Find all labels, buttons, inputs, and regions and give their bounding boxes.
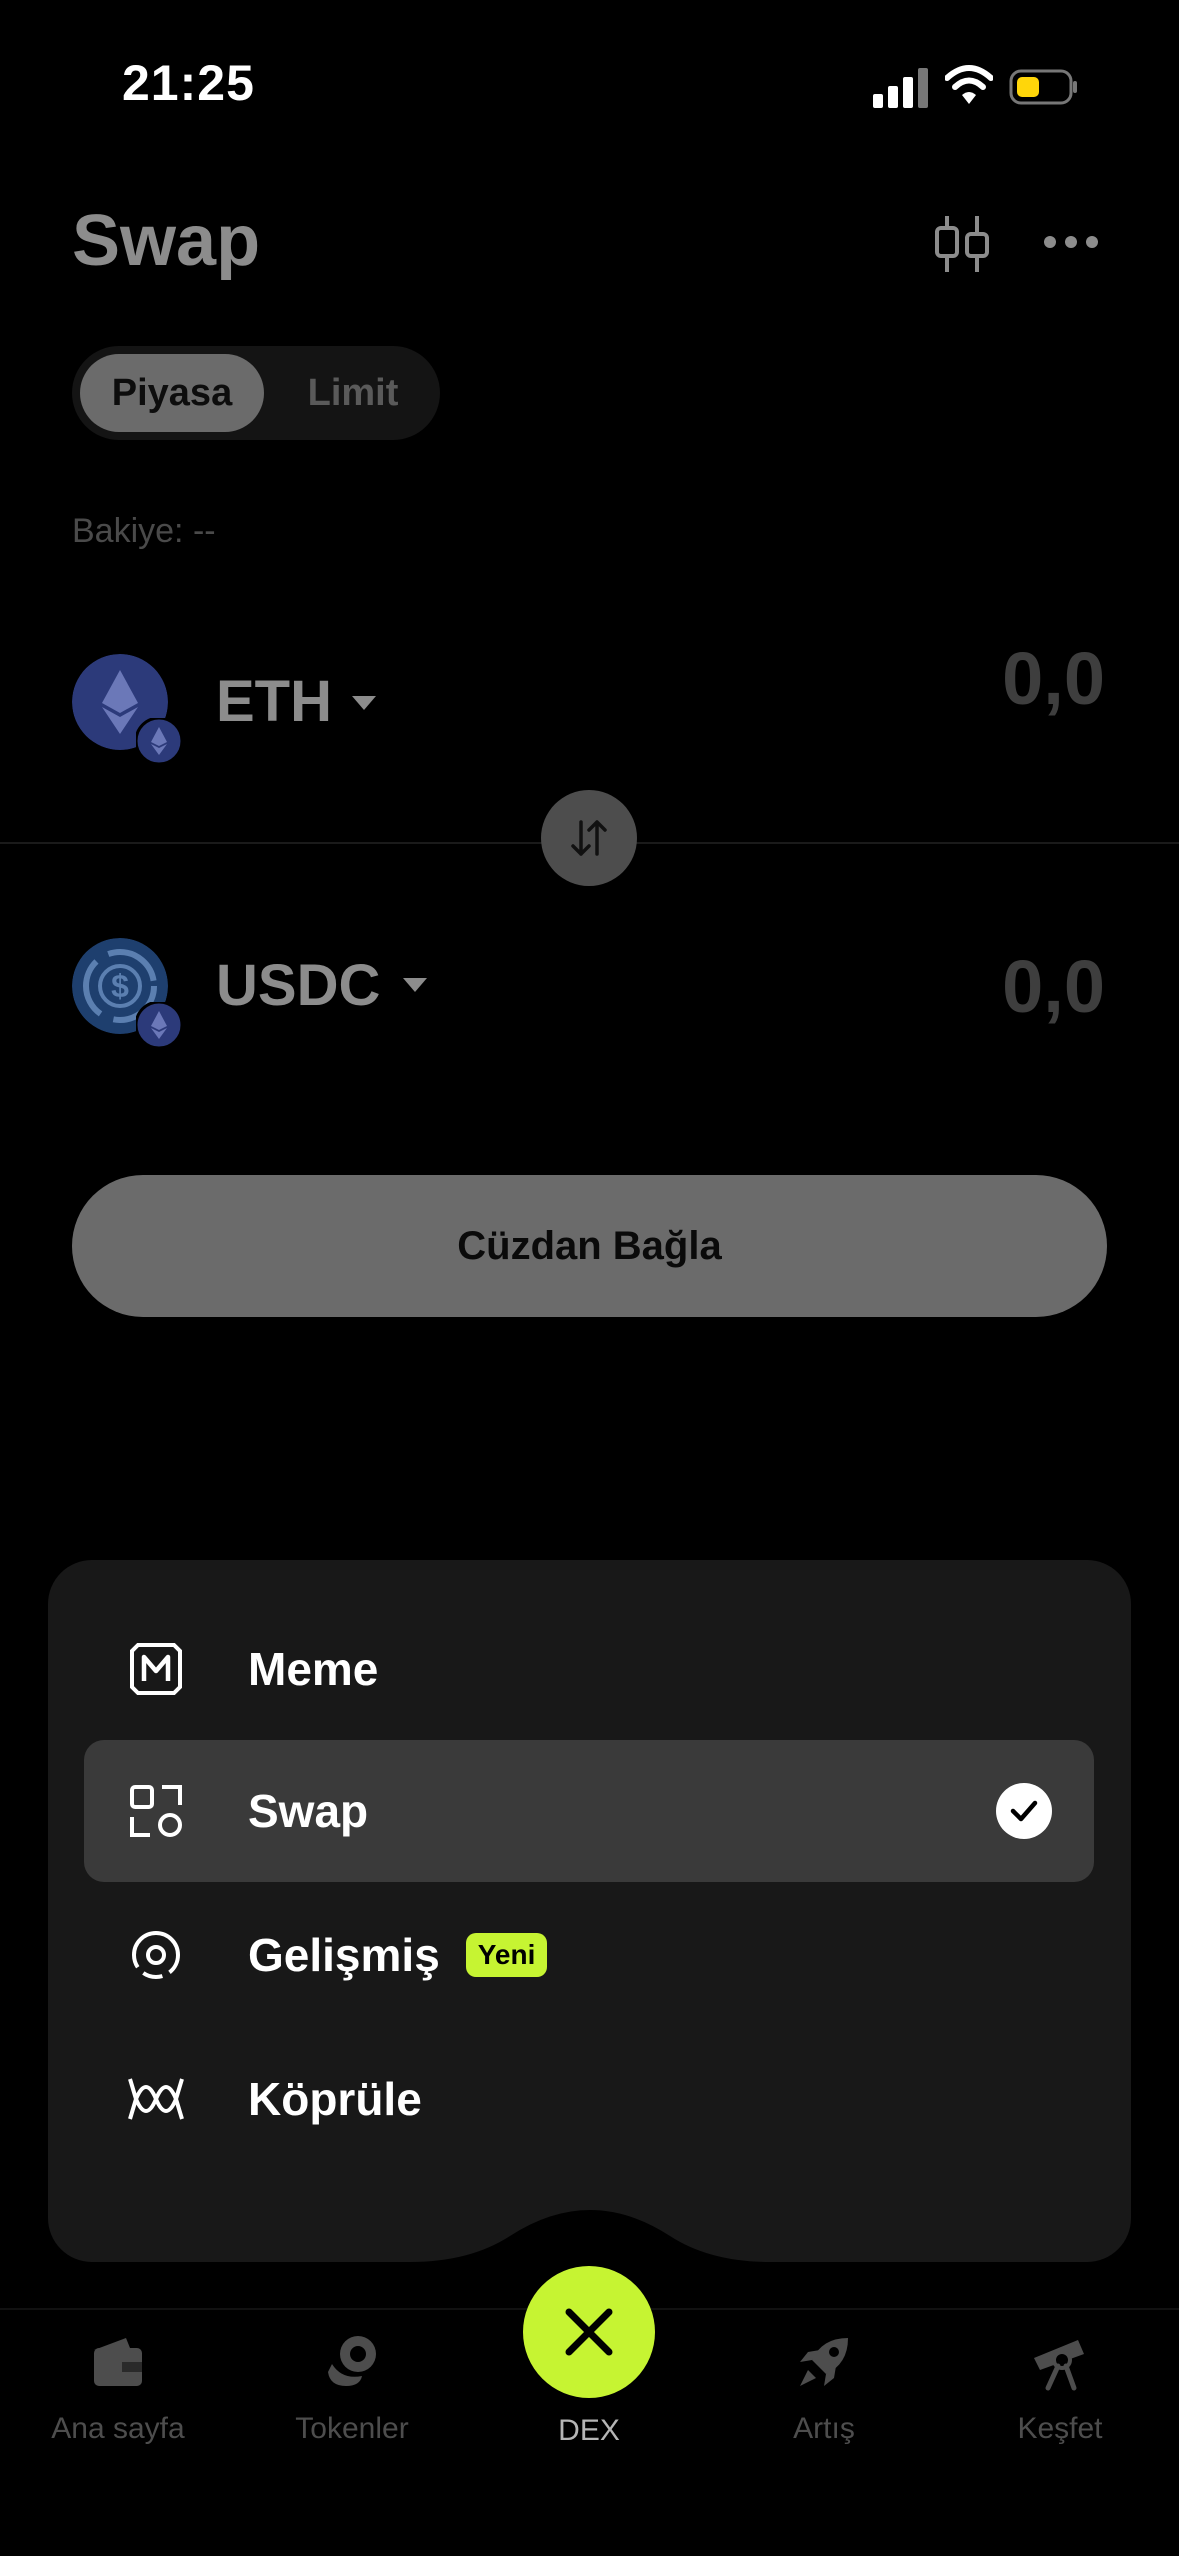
menu-item-swap[interactable]: Swap <box>84 1740 1094 1882</box>
nav-dex-label[interactable]: DEX <box>523 2414 655 2448</box>
menu-item-label: Swap <box>248 1785 369 1837</box>
swap-arrows-icon <box>571 820 607 856</box>
battery-icon <box>1009 69 1077 105</box>
from-token-icon-group[interactable] <box>72 654 182 764</box>
more-options-icon[interactable] <box>1042 234 1100 250</box>
menu-item-label: Gelişmiş <box>248 1929 440 1981</box>
from-amount[interactable]: 0,0 <box>1002 636 1105 721</box>
chevron-down-icon[interactable] <box>403 978 427 992</box>
to-amount[interactable]: 0,0 <box>1002 944 1105 1029</box>
tab-limit[interactable]: Limit <box>278 354 428 432</box>
telescope-icon <box>1034 2340 1084 2391</box>
to-token-symbol[interactable]: USDC <box>216 952 380 1019</box>
swap-grid-icon <box>124 1779 188 1843</box>
svg-text:$: $ <box>111 968 129 1004</box>
cellular-signal-icon <box>873 66 929 108</box>
balance-label: Bakiye: -- <box>72 512 216 550</box>
dex-close-button[interactable] <box>523 2266 655 2398</box>
nav-label: Keşfet <box>1017 2412 1103 2445</box>
nav-home[interactable]: Ana sayfa <box>8 2330 228 2446</box>
ethereum-network-icon <box>136 1002 182 1048</box>
advanced-icon <box>124 1923 188 1987</box>
bridge-icon <box>124 2067 188 2131</box>
nav-tokens[interactable]: Tokenler <box>242 2330 462 2446</box>
ethereum-network-icon <box>136 718 182 764</box>
nav-label: Ana sayfa <box>51 2412 185 2445</box>
connect-wallet-button[interactable]: Cüzdan Bağla <box>72 1175 1107 1317</box>
menu-item-meme[interactable]: Meme <box>84 1598 1094 1740</box>
menu-item-label: Meme <box>248 1643 379 1695</box>
nav-boost[interactable]: Artış <box>714 2330 934 2446</box>
menu-item-label: Köprüle <box>248 2073 422 2125</box>
menu-item-advanced[interactable]: Gelişmiş Yeni <box>84 1884 1094 2026</box>
chevron-down-icon[interactable] <box>352 696 376 710</box>
page-title: Swap <box>72 201 261 281</box>
meme-icon <box>124 1637 188 1701</box>
nav-discover[interactable]: Keşfet <box>950 2330 1170 2446</box>
menu-item-bridge[interactable]: Köprüle <box>84 2028 1094 2170</box>
new-badge: Yeni <box>465 1933 548 1977</box>
from-token-symbol[interactable]: ETH <box>216 668 332 735</box>
wallet-icon <box>94 2338 142 2386</box>
swap-direction-button[interactable] <box>541 790 637 886</box>
to-token-icon-group[interactable]: $ <box>72 938 182 1048</box>
status-time: 21:25 <box>122 55 255 111</box>
tab-market[interactable]: Piyasa <box>80 354 264 432</box>
wifi-icon <box>945 65 993 104</box>
menu-notch <box>410 2210 770 2262</box>
candlestick-icon[interactable] <box>932 212 992 276</box>
rocket-icon <box>800 2338 848 2386</box>
close-icon <box>565 2308 613 2356</box>
nav-label: Tokenler <box>295 2412 409 2445</box>
checkmark-icon <box>996 1783 1052 1839</box>
tokens-icon <box>328 2336 376 2386</box>
nav-label: Artış <box>793 2412 855 2445</box>
